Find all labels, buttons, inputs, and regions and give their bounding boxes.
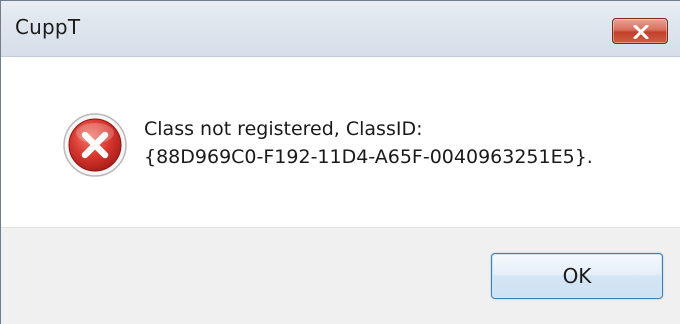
window-title: CuppT	[15, 15, 81, 39]
message-line-1: Class not registered, ClassID:	[144, 118, 423, 140]
title-bar[interactable]: CuppT	[1, 1, 680, 57]
close-button[interactable]	[612, 18, 668, 44]
close-icon	[633, 25, 649, 39]
message-line-2: {88D969C0-F192-11D4-A65F-0040963251E5}.	[144, 146, 593, 168]
button-bar: OK	[1, 227, 680, 324]
message-area: Class not registered, ClassID: {88D969C0…	[1, 57, 680, 227]
error-message: Class not registered, ClassID: {88D969C0…	[144, 115, 593, 171]
error-dialog: CuppT Class not registered, ClassID: {88	[0, 0, 680, 324]
ok-button[interactable]: OK	[491, 253, 663, 299]
error-icon	[63, 113, 127, 177]
